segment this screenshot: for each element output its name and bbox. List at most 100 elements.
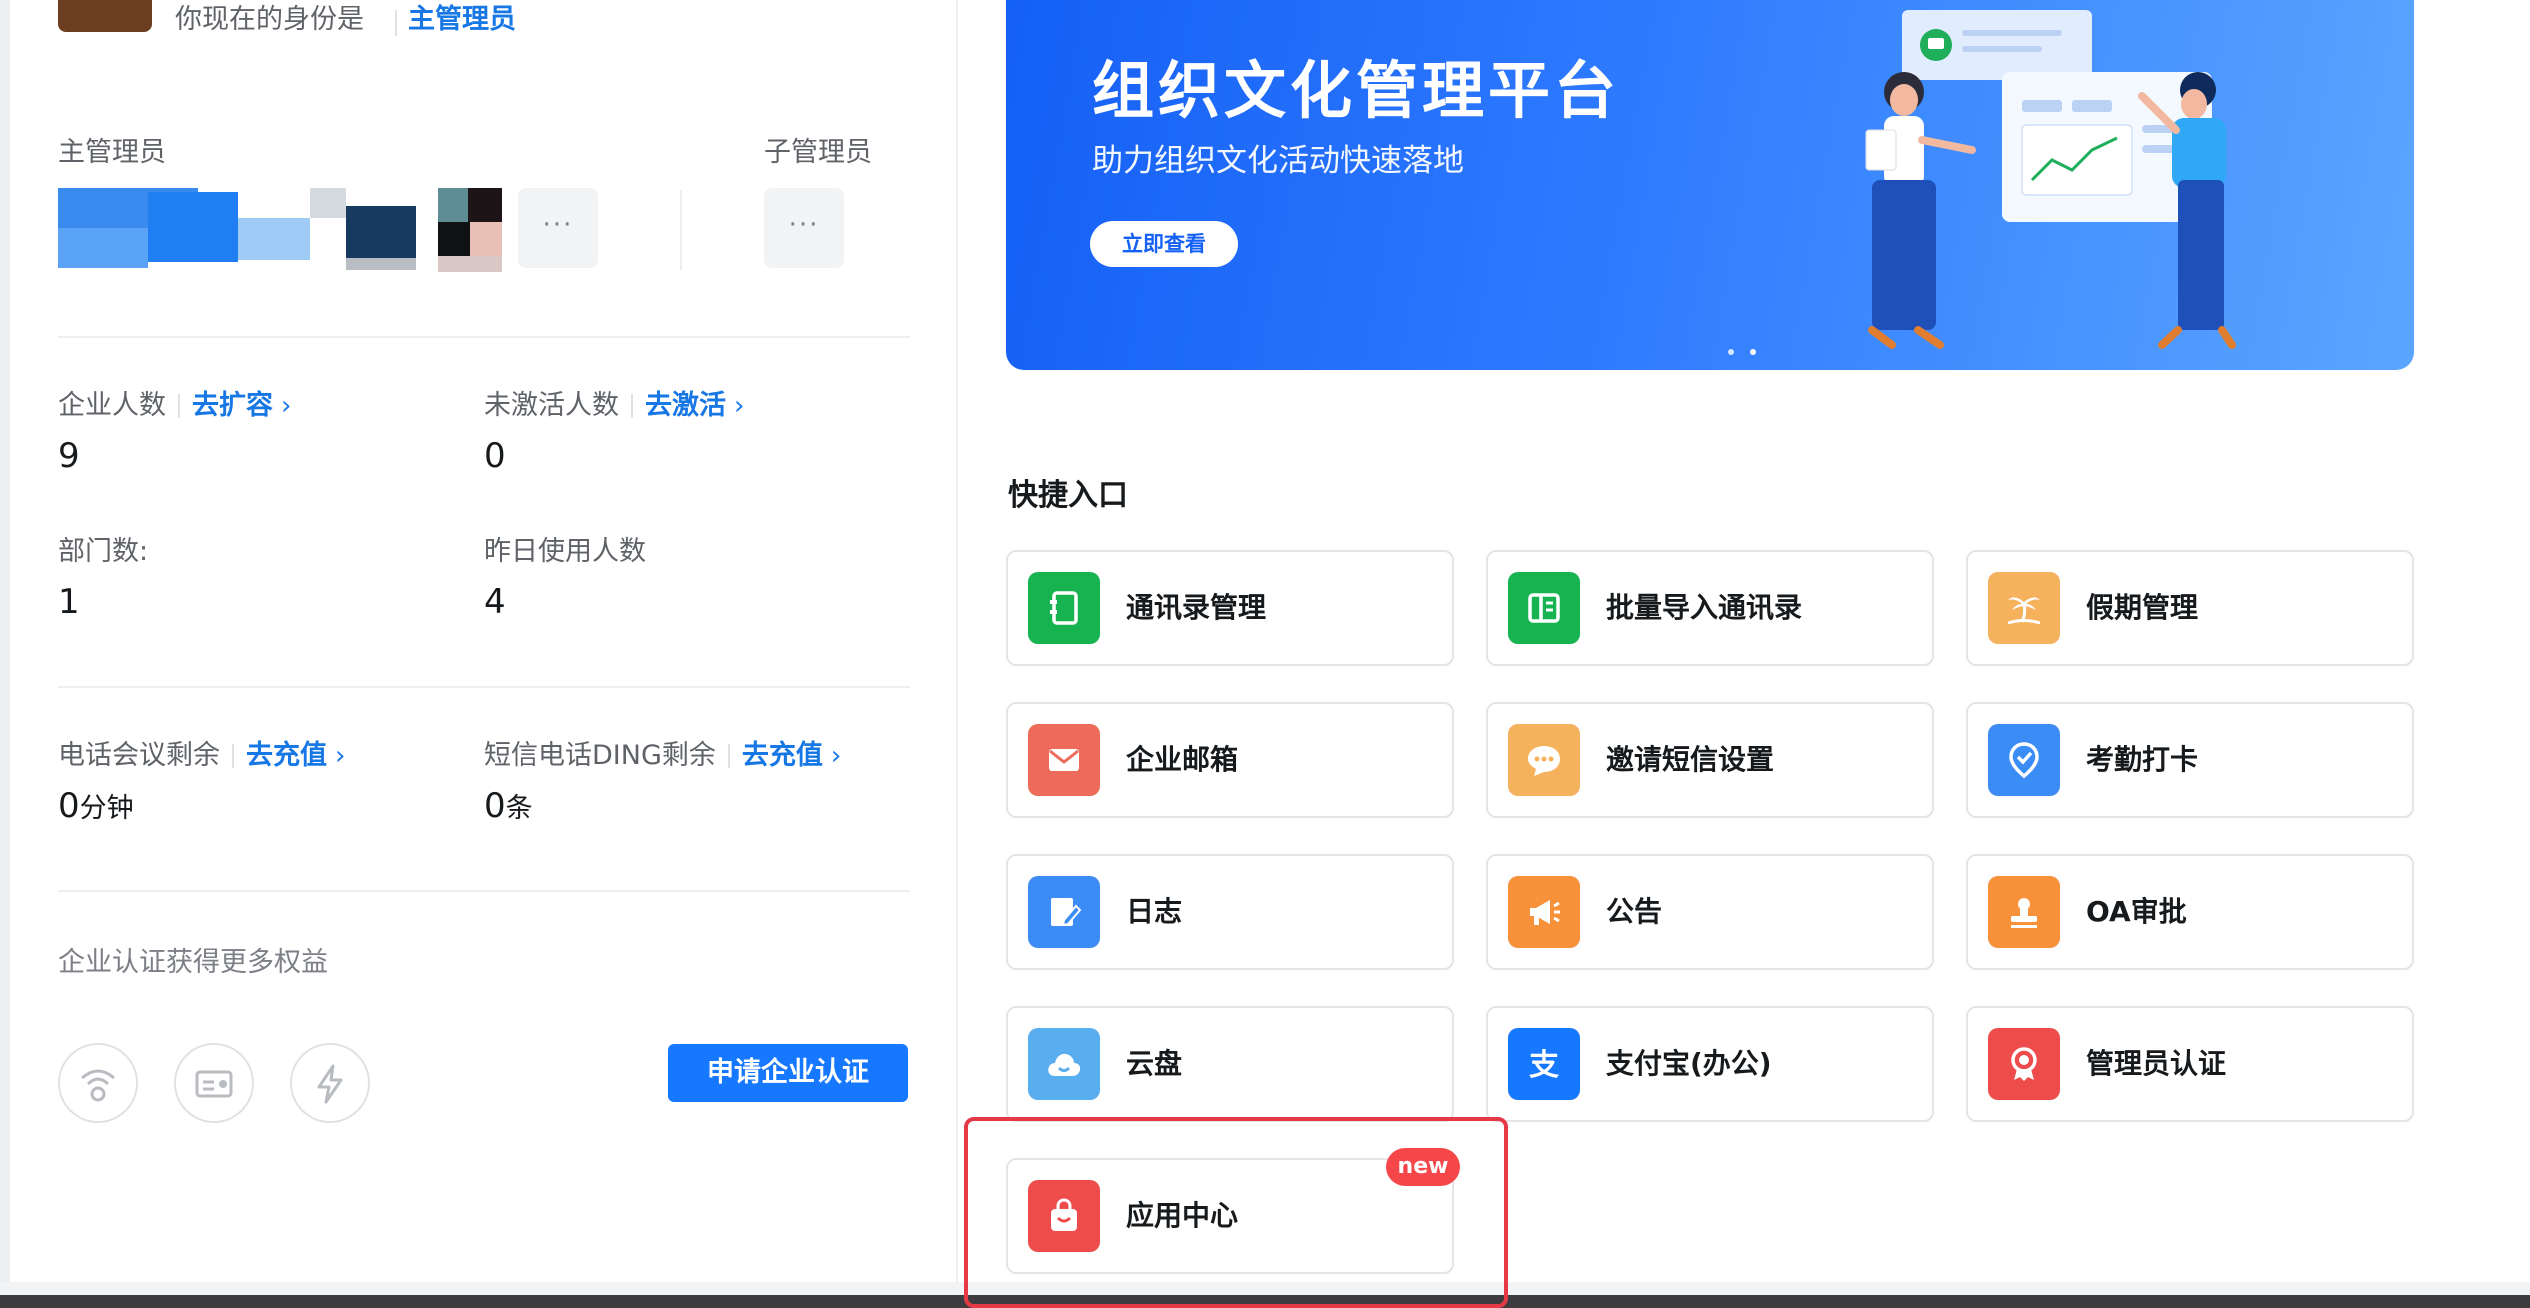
avatar-blurred: [468, 188, 502, 222]
sub-admin-more-button[interactable]: ···: [764, 188, 844, 268]
megaphone-icon: [1508, 876, 1580, 948]
import-book-icon: [1508, 572, 1580, 644]
avatar-blurred: [238, 218, 310, 260]
org-overview-panel: 你现在的身份是 主管理员 主管理员 子管理员 ··· ··· 企业人数 去扩容 › …: [10, 0, 958, 1282]
window-edge-left: [0, 0, 10, 1308]
avatar-blurred: [438, 188, 468, 222]
quick-entry-label: 云盘: [1126, 1047, 1183, 1080]
avatar-blurred: [438, 222, 470, 256]
mail-icon: [1028, 724, 1100, 796]
stat-yesterday-users: 昨日使用人数 4: [484, 532, 646, 622]
chevron-right-icon[interactable]: ›: [831, 741, 841, 771]
stat-inactive-count: 未激活人数 去激活 › 0: [484, 386, 744, 476]
highlight-annotation: [964, 1117, 1508, 1308]
activate-link[interactable]: 去激活: [645, 390, 726, 421]
quick-entry-label: 公告: [1606, 895, 1663, 928]
chevron-right-icon[interactable]: ›: [281, 391, 291, 421]
avatar-blurred: [438, 256, 502, 272]
identity-prefix: 你现在的身份是: [175, 4, 364, 35]
quick-entry-label: 支付宝(办公): [1606, 1047, 1772, 1080]
chevron-right-icon[interactable]: ›: [734, 391, 744, 421]
quick-entry-mail[interactable]: 企业邮箱: [1006, 702, 1454, 818]
stat-employee-count: 企业人数 去扩容 › 9: [58, 386, 291, 476]
banner-dot[interactable]: [1728, 349, 1734, 355]
alipay-icon: 支: [1508, 1028, 1580, 1100]
identity-divider: [395, 10, 397, 36]
stat-value: 9: [58, 436, 80, 476]
main-admin-avatars[interactable]: [58, 188, 506, 276]
quick-entry-location-check[interactable]: 考勤打卡: [1966, 702, 2414, 818]
badge-ribbon-icon: [1988, 1028, 2060, 1100]
stat-value: 0: [484, 786, 506, 826]
org-avatar: [58, 0, 152, 32]
divider: [58, 890, 910, 892]
quick-entry-megaphone[interactable]: 公告: [1486, 854, 1934, 970]
quick-entry-alipay[interactable]: 支 支付宝(办公): [1486, 1006, 1934, 1122]
stat-ding-remaining: 短信电话DING剩余 去充值 › 0条: [484, 736, 841, 826]
stat-unit: 分钟: [79, 793, 134, 824]
main-admin-more-button[interactable]: ···: [518, 188, 598, 268]
main-admin-label: 主管理员: [58, 137, 166, 168]
quick-entry-import-book[interactable]: 批量导入通讯录: [1486, 550, 1934, 666]
chat-bubble-icon: [1508, 724, 1580, 796]
avatar-blurred: [148, 192, 238, 262]
stat-value: 0: [58, 786, 80, 826]
recharge-link[interactable]: 去充值: [742, 740, 823, 771]
divider: [58, 686, 910, 688]
cloud-icon: [1028, 1028, 1100, 1100]
id-card-icon: [174, 1043, 254, 1123]
stat-value: 0: [484, 436, 506, 476]
stat-label: 未激活人数: [484, 390, 619, 421]
stat-label: 部门数:: [58, 536, 149, 567]
stat-department-count: 部门数: 1: [58, 532, 148, 622]
quick-entry-label: 日志: [1126, 895, 1183, 928]
quick-entry-label: 考勤打卡: [2086, 743, 2199, 776]
quick-entry-label: 假期管理: [2086, 591, 2199, 624]
quick-entry-edit-note[interactable]: 日志: [1006, 854, 1454, 970]
chevron-right-icon[interactable]: ›: [335, 741, 345, 771]
quick-entry-badge-ribbon[interactable]: 管理员认证: [1966, 1006, 2414, 1122]
sub-admin-label: 子管理员: [764, 137, 872, 168]
quick-entry-label: OA审批: [2086, 895, 2187, 928]
banner-title: 组织文化管理平台: [1092, 54, 1621, 127]
quick-entry-chat-bubble[interactable]: 邀请短信设置: [1486, 702, 1934, 818]
promo-banner[interactable]: 组织文化管理平台 助力组织文化活动快速落地 立即查看: [1006, 0, 2414, 370]
banner-subtitle: 助力组织文化活动快速落地: [1092, 143, 1464, 179]
quick-entry-palm-tree[interactable]: 假期管理: [1966, 550, 2414, 666]
banner-pagination[interactable]: [1728, 340, 1772, 359]
stamp-icon: [1988, 876, 2060, 948]
lightning-icon: [290, 1043, 370, 1123]
stat-unit: 条: [505, 793, 533, 824]
avatar-blurred: [58, 228, 148, 268]
identity-role: 主管理员: [408, 4, 516, 35]
stat-label: 电话会议剩余: [58, 740, 220, 771]
recharge-link[interactable]: 去充值: [246, 740, 327, 771]
banner-view-button[interactable]: 立即查看: [1090, 221, 1238, 267]
avatar-blurred: [470, 222, 502, 256]
quick-entry-label: 批量导入通讯录: [1606, 591, 1803, 624]
svg-text:支: 支: [1529, 1048, 1559, 1083]
quick-entry-stamp[interactable]: OA审批: [1966, 854, 2414, 970]
quick-entry-cloud[interactable]: 云盘: [1006, 1006, 1454, 1122]
stat-value: 4: [484, 582, 506, 622]
certification-title: 企业认证获得更多权益: [58, 947, 328, 978]
admin-divider: [680, 190, 682, 270]
avatar-blurred: [346, 206, 416, 258]
quick-entry-label: 管理员认证: [2086, 1047, 2227, 1080]
stat-label: 企业人数: [58, 390, 166, 421]
quick-entry-label: 通讯录管理: [1126, 591, 1267, 624]
stat-value: 1: [58, 582, 80, 622]
banner-dot-active[interactable]: [1750, 349, 1756, 355]
apply-certification-button[interactable]: 申请企业认证: [668, 1044, 908, 1102]
edit-note-icon: [1028, 876, 1100, 948]
quick-entry-label: 企业邮箱: [1126, 743, 1239, 776]
palm-tree-icon: [1988, 572, 2060, 644]
avatar-blurred: [346, 258, 416, 270]
quick-entry-address-book[interactable]: 通讯录管理: [1006, 550, 1454, 666]
address-book-icon: [1028, 572, 1100, 644]
banner-illustration: [1865, 10, 2236, 349]
quick-entry-label: 邀请短信设置: [1606, 743, 1775, 776]
location-check-icon: [1988, 724, 2060, 796]
quick-access-title: 快捷入口: [1008, 478, 1128, 513]
expand-link[interactable]: 去扩容: [192, 390, 273, 421]
